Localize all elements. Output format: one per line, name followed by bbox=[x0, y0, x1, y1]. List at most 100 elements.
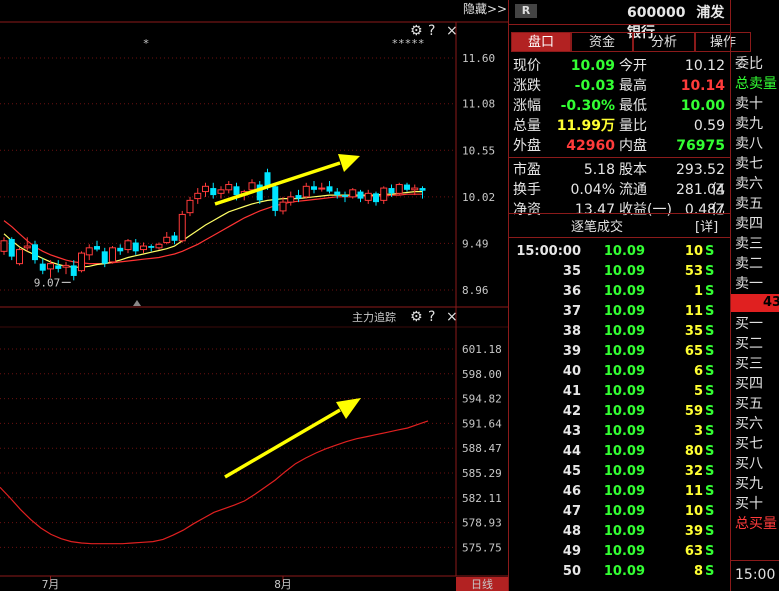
buy-total-label: 总买量 bbox=[735, 516, 777, 532]
candle-body bbox=[124, 240, 132, 251]
y-tick-label: 10.55 bbox=[462, 144, 495, 157]
tick-price: 10.09 bbox=[603, 344, 645, 359]
quote-value: 10.14 bbox=[680, 78, 725, 94]
tick-side: S bbox=[705, 464, 715, 479]
tick-side: S bbox=[705, 384, 715, 399]
tick-row: 36 10.09 1 S bbox=[509, 282, 731, 302]
tick-volume: 53 bbox=[684, 264, 703, 279]
candle-body bbox=[225, 184, 233, 191]
tick-volume: 11 bbox=[684, 304, 703, 319]
x-tick-label: 8月 bbox=[274, 578, 292, 591]
tick-price: 10.09 bbox=[603, 364, 645, 379]
y-tick-label: 598.00 bbox=[462, 368, 502, 381]
quote-value: -0.03 bbox=[574, 78, 615, 94]
sell-level-label: 卖九 bbox=[735, 116, 763, 132]
quote-value: 0.04% bbox=[570, 182, 615, 198]
tick-time: 15:00:00 bbox=[516, 244, 581, 259]
gear-icon[interactable]: ⚙ bbox=[410, 309, 423, 325]
candle-body bbox=[364, 192, 372, 201]
tick-time: 48 bbox=[562, 524, 581, 539]
order-book: 委比总卖量卖十卖九卖八卖七卖六卖五卖四卖三卖二卖一 432 买一买二买三买四买五买六… bbox=[730, 0, 779, 591]
tick-side: S bbox=[705, 524, 715, 539]
tick-side: S bbox=[705, 264, 715, 279]
period-badge-label[interactable]: 日线 bbox=[471, 577, 493, 591]
ratio-highlight: 432 bbox=[731, 294, 779, 312]
quote-label: 涨幅 bbox=[513, 98, 541, 114]
tick-row: 43 10.09 3 S bbox=[509, 422, 731, 442]
candle-body bbox=[349, 189, 357, 198]
tick-volume: 59 bbox=[684, 404, 703, 419]
tick-time: 44 bbox=[562, 444, 581, 459]
candle-body bbox=[194, 192, 202, 200]
candle-body bbox=[272, 186, 279, 211]
sell-level-label: 卖六 bbox=[735, 176, 763, 192]
tick-volume: 1 bbox=[693, 284, 703, 299]
tick-time: 50 bbox=[562, 564, 581, 579]
close-icon[interactable]: × bbox=[446, 309, 458, 325]
candle-body bbox=[171, 235, 178, 241]
tick-row: 44 10.09 80 S bbox=[509, 442, 731, 462]
tick-side: S bbox=[705, 564, 715, 579]
trend-arrow-head bbox=[338, 154, 360, 172]
main-force-line bbox=[0, 420, 429, 545]
quote-row: 市盈 5.18 股本 293.52亿 bbox=[509, 160, 731, 198]
quote-row: 涨幅 -0.30% 最低 10.00 bbox=[509, 96, 731, 116]
candle-body bbox=[311, 186, 317, 190]
quote-value: -0.30% bbox=[560, 98, 615, 114]
sell-total-label: 总卖量 bbox=[735, 76, 777, 92]
divider bbox=[509, 24, 731, 25]
candle-body bbox=[55, 265, 62, 269]
tab-pankou[interactable]: 盘口 bbox=[511, 32, 571, 52]
tick-price: 10.09 bbox=[603, 444, 645, 459]
candle-body bbox=[279, 201, 287, 212]
tick-side: S bbox=[705, 364, 715, 379]
help-icon[interactable]: ? bbox=[428, 309, 435, 325]
gear-icon[interactable]: ⚙ bbox=[410, 23, 423, 39]
y-tick-label: 585.29 bbox=[462, 467, 502, 480]
tab-zijin[interactable]: 资金 bbox=[571, 32, 633, 52]
low-price-marker: 9.07 bbox=[34, 276, 61, 289]
chart-area[interactable]: 11.60 11.08 10.55 10.02 9.49 8.96 9.07 * ***** ⚙?… bbox=[0, 0, 508, 591]
stock-code: 600000 bbox=[627, 5, 686, 21]
tick-time: 45 bbox=[562, 464, 581, 479]
quote-value: 5.18 bbox=[583, 162, 615, 178]
tab-fenxi[interactable]: 分析 bbox=[633, 32, 695, 52]
quote-value: 42960 bbox=[566, 138, 615, 154]
candle-body bbox=[94, 246, 100, 250]
tick-time: 49 bbox=[562, 544, 581, 559]
candle-body bbox=[202, 185, 209, 193]
candle-body bbox=[8, 239, 15, 257]
candle-body bbox=[178, 213, 186, 242]
sell-level-label: 卖五 bbox=[735, 196, 763, 212]
quote-label: 涨跌 bbox=[513, 78, 541, 94]
y-tick-label: 8.96 bbox=[462, 284, 489, 297]
hide-panel-toggle[interactable]: 隐藏>> bbox=[462, 0, 508, 18]
close-icon[interactable]: × bbox=[446, 23, 458, 39]
tick-time: 47 bbox=[562, 504, 581, 519]
candle-body bbox=[32, 244, 38, 261]
candle-body bbox=[148, 246, 155, 248]
quote-value: 10.09 bbox=[570, 58, 615, 74]
sell-level-label: 卖二 bbox=[735, 256, 763, 272]
quote-row: 现价 10.09 今开 10.12 bbox=[509, 56, 731, 76]
quote-row: 总量 11.99万 量比 0.59 bbox=[509, 116, 731, 136]
quote-label: 总量 bbox=[513, 118, 541, 134]
candle-body bbox=[186, 199, 194, 214]
chart-canvas: 11.6011.0810.5510.029.498.969.07* *****⚙?… bbox=[0, 21, 508, 591]
candle-body bbox=[318, 187, 326, 190]
quote-label: 换手 bbox=[513, 182, 541, 198]
tick-price: 10.09 bbox=[603, 564, 645, 579]
candle-body bbox=[217, 189, 225, 194]
candle-body bbox=[388, 188, 395, 194]
tick-detail-link[interactable]: [详] bbox=[695, 216, 718, 235]
buy-level-label: 买六 bbox=[735, 416, 763, 432]
candle-body bbox=[287, 196, 295, 203]
tick-price: 10.09 bbox=[603, 264, 645, 279]
help-icon[interactable]: ? bbox=[428, 23, 435, 39]
sell-level-label: 卖八 bbox=[735, 136, 763, 152]
quote-value: 76975 bbox=[676, 138, 725, 154]
buy-level-label: 买四 bbox=[735, 376, 763, 392]
tick-row: 15:00:00 10.09 10 S bbox=[509, 242, 731, 262]
buy-level-label: 买七 bbox=[735, 436, 763, 452]
sell-level-label: 卖十 bbox=[735, 96, 763, 112]
